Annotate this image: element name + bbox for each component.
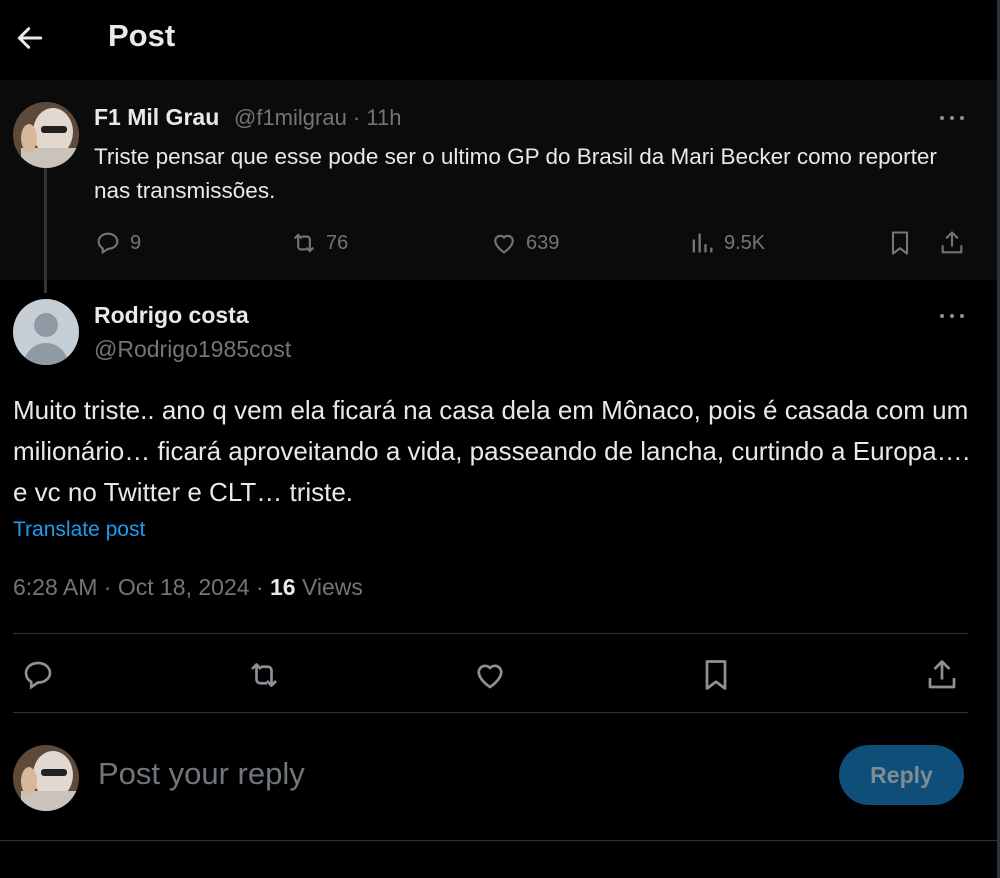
author-name[interactable]: F1 Mil Grau	[94, 104, 219, 131]
avatar[interactable]	[13, 299, 79, 365]
repost-action[interactable]: 76	[290, 229, 348, 257]
default-avatar-icon	[23, 313, 69, 365]
author-handle[interactable]: @Rodrigo1985cost	[94, 336, 291, 363]
reply-icon[interactable]	[20, 657, 56, 693]
more-options-icon[interactable]	[940, 114, 966, 122]
share-icon	[941, 231, 963, 254]
thread-line	[44, 168, 47, 293]
avatar[interactable]	[13, 745, 79, 811]
reply-icon	[97, 232, 119, 255]
avatar-photo-icon	[13, 745, 79, 811]
views-chart-icon	[692, 233, 713, 253]
header: Post	[0, 0, 997, 80]
divider	[13, 633, 968, 634]
page-title: Post	[108, 18, 176, 53]
reply-count: 9	[130, 231, 142, 254]
share-action[interactable]	[938, 229, 974, 257]
reply-action[interactable]: 9	[94, 229, 141, 257]
author-handle[interactable]: @f1milgrau · 11h	[234, 105, 401, 131]
bookmark-icon	[891, 231, 909, 255]
views-count: 9.5K	[724, 231, 766, 254]
like-count: 639	[526, 231, 560, 254]
repost-icon	[293, 233, 315, 253]
post-text: Muito triste.. ano q vem ela ficará na c…	[13, 395, 970, 507]
heart-icon	[494, 234, 514, 254]
views-count: 16	[269, 574, 296, 600]
views-action[interactable]: 9.5K	[688, 229, 765, 257]
like-action[interactable]: 639	[490, 229, 559, 257]
translate-post-link[interactable]: Translate post	[13, 518, 145, 542]
more-options-icon[interactable]	[940, 312, 966, 320]
post-text: Triste pensar que esse pode ser o ultimo…	[94, 144, 937, 203]
avatar[interactable]	[13, 102, 79, 168]
author-name[interactable]: Rodrigo costa	[94, 302, 249, 329]
reply-input[interactable]: Post your reply	[98, 756, 305, 792]
views-label: Views	[295, 574, 363, 600]
post-timestamp[interactable]: 6:28 AM · Oct 18, 2024 ·	[13, 574, 270, 600]
divider	[0, 840, 997, 841]
back-arrow-icon[interactable]	[14, 22, 46, 54]
repost-icon[interactable]	[246, 657, 282, 693]
avatar-photo-icon	[13, 102, 79, 168]
bookmark-icon[interactable]	[698, 657, 734, 693]
share-icon[interactable]	[924, 657, 960, 693]
repost-count: 76	[326, 231, 349, 254]
heart-icon[interactable]	[472, 657, 508, 693]
post-meta: 6:28 AM · Oct 18, 2024 · 16 Views	[13, 574, 363, 601]
reply-button[interactable]: Reply	[839, 745, 964, 805]
divider	[13, 712, 968, 713]
bookmark-action[interactable]	[886, 229, 922, 257]
